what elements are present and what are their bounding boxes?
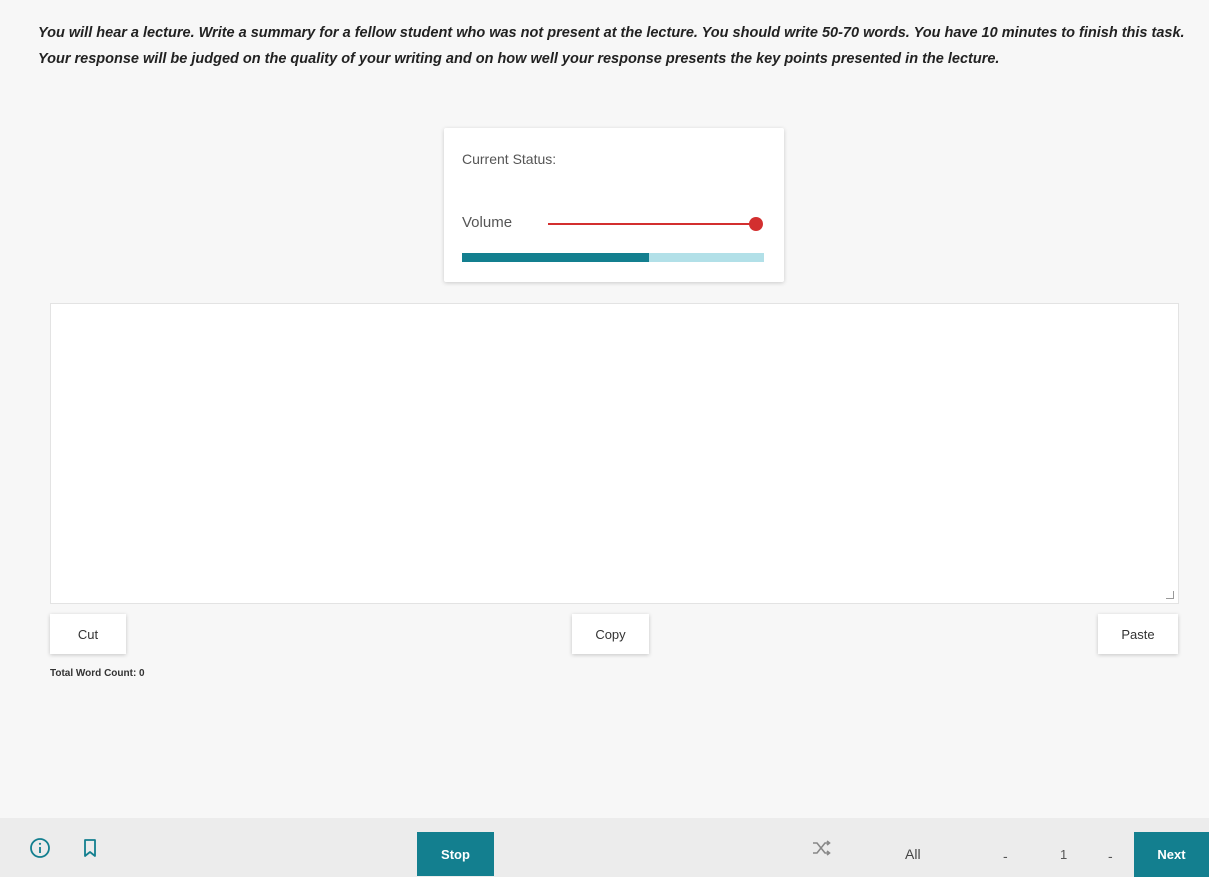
summary-textarea[interactable] [51, 304, 1178, 603]
volume-slider-thumb[interactable] [749, 217, 763, 231]
shuffle-icon[interactable] [810, 837, 832, 859]
info-icon[interactable] [29, 837, 51, 859]
previous-question-button[interactable]: - [1003, 848, 1008, 864]
volume-slider[interactable] [548, 217, 763, 231]
question-filter-select[interactable]: All [905, 846, 921, 862]
stop-button[interactable]: Stop [417, 832, 494, 876]
word-count: Total Word Count: 0 [50, 668, 145, 679]
cut-button[interactable]: Cut [50, 614, 126, 654]
task-instructions: You will hear a lecture. Write a summary… [38, 25, 1185, 67]
audio-progress-fill [462, 253, 650, 262]
copy-button[interactable]: Copy [572, 614, 649, 654]
volume-label: Volume [462, 214, 513, 231]
resize-handle-icon[interactable] [1166, 591, 1174, 599]
bookmark-icon[interactable] [79, 837, 101, 859]
current-status-label: Current Status: [462, 151, 557, 167]
answer-textarea-container [50, 303, 1179, 604]
bottom-toolbar: Stop All - 1 - Next [0, 818, 1209, 877]
next-button[interactable]: Next [1134, 832, 1209, 877]
next-question-arrow[interactable]: - [1108, 848, 1113, 864]
paste-button[interactable]: Paste [1098, 614, 1178, 654]
audio-progress-bar [462, 253, 764, 262]
audio-status-card: Current Status: Volume [444, 128, 784, 282]
volume-control: Volume [462, 212, 767, 236]
question-number[interactable]: 1 [1060, 847, 1067, 862]
page: You will hear a lecture. Write a summary… [0, 0, 1209, 877]
